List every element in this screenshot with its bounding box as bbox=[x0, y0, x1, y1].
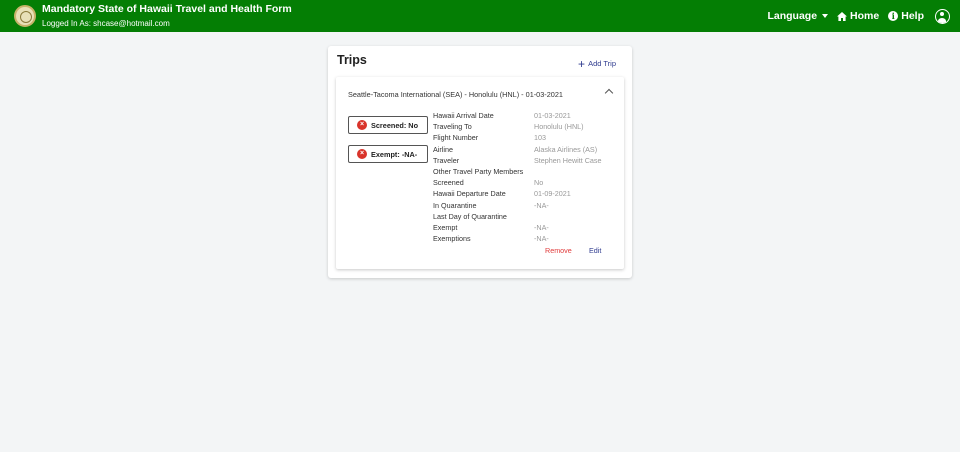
detail-value: Alaska Airlines (AS) bbox=[534, 144, 598, 154]
exempt-badge: × Exempt: -NA- bbox=[348, 145, 428, 163]
detail-value: -NA- bbox=[534, 200, 549, 210]
add-trip-label: Add Trip bbox=[588, 59, 616, 68]
detail-label: Airline bbox=[433, 144, 453, 154]
remove-trip-button[interactable]: Remove bbox=[545, 246, 572, 255]
exempt-badge-label: Exempt: -NA- bbox=[371, 149, 418, 159]
top-nav: Language Home i Help bbox=[767, 0, 950, 32]
detail-label: Flight Number bbox=[433, 133, 479, 143]
detail-label: Traveling To bbox=[433, 122, 472, 132]
detail-label: Hawaii Arrival Date bbox=[433, 111, 494, 120]
detail-label: Hawaii Departure Date bbox=[433, 189, 506, 199]
help-link[interactable]: i Help bbox=[888, 10, 924, 22]
language-label: Language bbox=[767, 10, 818, 22]
add-trip-button[interactable]: + Add Trip bbox=[578, 56, 616, 71]
detail-value: Honolulu (HNL) bbox=[534, 122, 584, 132]
trips-card: Trips + Add Trip Seattle-Tacoma Internat… bbox=[328, 46, 632, 278]
trip-header[interactable]: Seattle-Tacoma International (SEA) - Hon… bbox=[348, 90, 563, 99]
detail-label: Exempt bbox=[433, 222, 458, 232]
detail-value: Stephen Hewitt Case bbox=[534, 155, 602, 165]
info-icon: i bbox=[888, 11, 899, 21]
chevron-up-icon[interactable] bbox=[604, 88, 614, 98]
detail-value: No bbox=[534, 178, 544, 188]
detail-value: -NA- bbox=[534, 234, 549, 244]
detail-value: -NA- bbox=[534, 222, 549, 232]
error-x-icon: × bbox=[357, 149, 367, 159]
plus-icon: + bbox=[578, 56, 586, 71]
detail-label: Other Travel Party Members bbox=[433, 166, 524, 176]
detail-label: Traveler bbox=[433, 155, 460, 165]
help-label: Help bbox=[901, 10, 924, 22]
detail-label: In Quarantine bbox=[433, 200, 477, 210]
language-dropdown[interactable]: Language bbox=[767, 10, 829, 22]
home-icon bbox=[837, 11, 848, 21]
detail-value: 01-09-2021 bbox=[534, 189, 571, 199]
screened-badge-label: Screened: No bbox=[371, 120, 419, 130]
detail-label: Last Day of Quarantine bbox=[433, 211, 507, 221]
top-header-bar: Mandatory State of Hawaii Travel and Hea… bbox=[0, 0, 960, 32]
edit-trip-button[interactable]: Edit bbox=[589, 246, 601, 255]
trip-panel: Seattle-Tacoma International (SEA) - Hon… bbox=[336, 77, 624, 269]
error-x-icon: × bbox=[357, 120, 367, 130]
logged-in-user: Logged In As: shcase@hotmail.com bbox=[42, 19, 170, 28]
detail-value: 01-03-2021 bbox=[534, 111, 571, 120]
screened-badge: × Screened: No bbox=[348, 116, 428, 134]
user-circle-icon[interactable] bbox=[935, 8, 950, 24]
state-seal-logo bbox=[14, 5, 36, 27]
detail-label: Exemptions bbox=[433, 234, 471, 244]
home-label: Home bbox=[850, 10, 880, 22]
detail-value: 103 bbox=[534, 133, 546, 143]
app-title: Mandatory State of Hawaii Travel and Hea… bbox=[42, 3, 292, 15]
detail-label: Screened bbox=[433, 178, 464, 188]
trips-title: Trips bbox=[337, 53, 367, 67]
home-link[interactable]: Home bbox=[837, 10, 879, 22]
caret-down-icon bbox=[822, 14, 829, 18]
